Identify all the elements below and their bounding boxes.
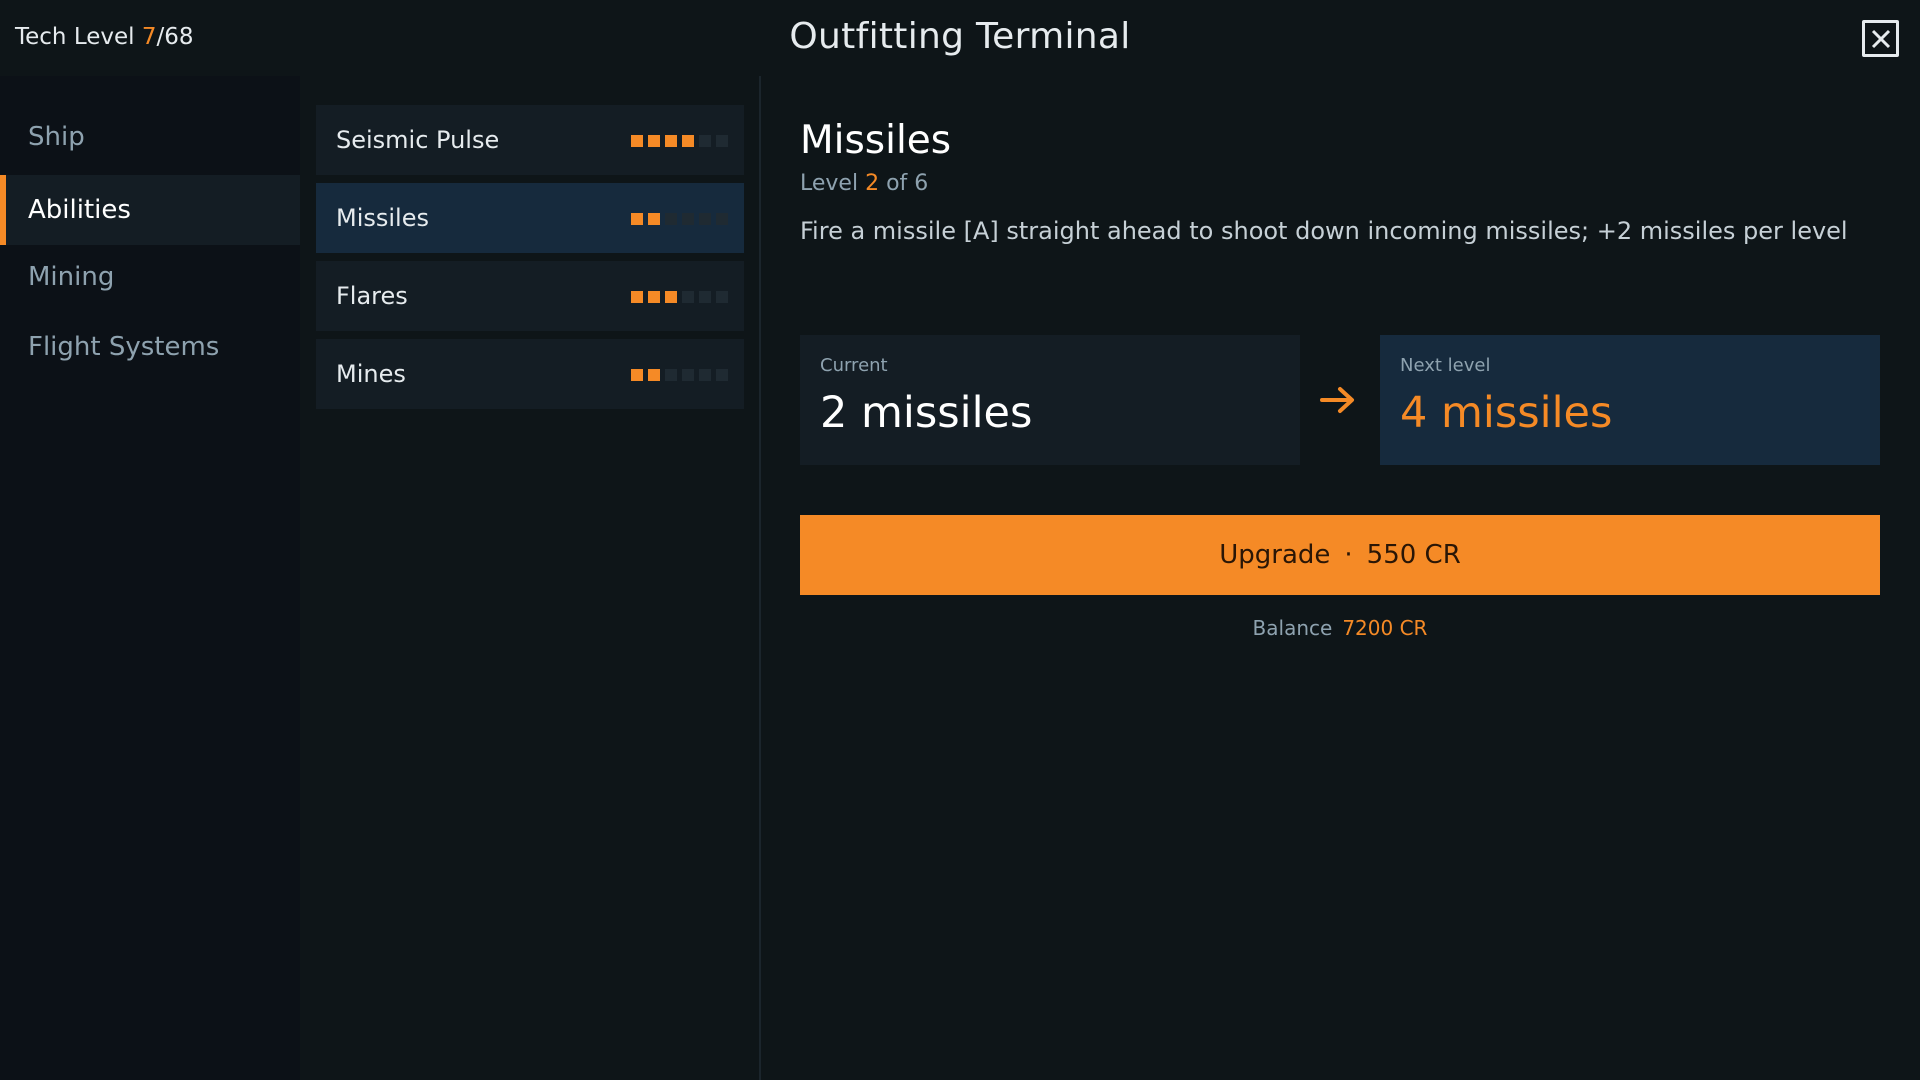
level-current: 2 <box>865 171 880 196</box>
ability-row-missiles[interactable]: Missiles <box>316 183 744 253</box>
level-pips <box>631 291 728 303</box>
sidebar-item-label: Ship <box>28 122 85 152</box>
next-level-stat-box: Next level 4 missiles <box>1380 335 1880 465</box>
detail-description: Fire a missile [A] straight ahead to sho… <box>800 217 1848 245</box>
level-pips <box>631 369 728 381</box>
level-pip-empty <box>716 369 728 381</box>
level-pip-empty <box>665 369 677 381</box>
level-pip-filled <box>631 135 643 147</box>
next-level-value: 4 missiles <box>1400 388 1613 438</box>
ability-name: Missiles <box>336 204 429 232</box>
sidebar-item-mining[interactable]: Mining <box>0 242 300 312</box>
sidebar-item-flight-systems[interactable]: Flight Systems <box>0 312 300 382</box>
level-pip-empty <box>699 135 711 147</box>
ability-name: Flares <box>336 282 408 310</box>
ability-row-flares[interactable]: Flares <box>316 261 744 331</box>
upgrade-separator: · <box>1344 540 1353 570</box>
arrow-right-icon <box>1320 387 1354 413</box>
level-pip-filled <box>665 291 677 303</box>
level-pip-empty <box>699 369 711 381</box>
level-pip-empty <box>682 213 694 225</box>
close-button[interactable] <box>1862 20 1899 57</box>
sidebar-item-ship[interactable]: Ship <box>0 102 300 172</box>
level-pip-empty <box>682 369 694 381</box>
level-pip-filled <box>648 135 660 147</box>
level-pip-filled <box>631 291 643 303</box>
level-pip-filled <box>631 213 643 225</box>
level-pips <box>631 135 728 147</box>
level-pip-empty <box>665 213 677 225</box>
level-pip-empty <box>699 291 711 303</box>
sidebar: Ship Abilities Mining Flight Systems <box>0 76 300 1080</box>
level-pip-filled <box>682 135 694 147</box>
sidebar-item-label: Abilities <box>28 195 131 225</box>
upgrade-label: Upgrade <box>1219 540 1331 570</box>
level-pip-filled <box>648 369 660 381</box>
page-title-text: Outfitting Terminal <box>789 16 1131 57</box>
current-value: 2 missiles <box>820 388 1033 438</box>
current-stat-box: Current 2 missiles <box>800 335 1300 465</box>
level-prefix: Level <box>800 171 859 196</box>
sidebar-item-label: Flight Systems <box>28 332 220 362</box>
sidebar-item-abilities[interactable]: Abilities <box>0 175 300 245</box>
level-pip-empty <box>716 213 728 225</box>
ability-row-mines[interactable]: Mines <box>316 339 744 409</box>
next-level-label: Next level <box>1400 355 1491 376</box>
balance: Balance 7200 CR <box>800 616 1880 640</box>
balance-value: 7200 CR <box>1342 616 1428 640</box>
upgrade-cost: 550 CR <box>1366 540 1461 570</box>
upgrade-button[interactable]: Upgrade · 550 CR <box>800 515 1880 595</box>
level-pip-filled <box>665 135 677 147</box>
level-pip-filled <box>631 369 643 381</box>
detail-level: Level 2 of 6 <box>800 171 928 196</box>
level-pip-empty <box>716 135 728 147</box>
balance-label: Balance <box>1252 616 1333 640</box>
close-icon <box>1871 29 1890 48</box>
sidebar-item-label: Mining <box>28 262 115 292</box>
level-pips <box>631 213 728 225</box>
top-bar: Tech Level 7/68 Outfitting Terminal <box>0 0 1920 76</box>
ability-name: Seismic Pulse <box>336 126 500 154</box>
detail-title: Missiles <box>800 118 952 163</box>
ability-name: Mines <box>336 360 406 388</box>
level-pip-empty <box>699 213 711 225</box>
page-title: Outfitting Terminal <box>0 16 1920 57</box>
level-pip-filled <box>648 291 660 303</box>
level-of: of 6 <box>886 171 929 196</box>
level-pip-filled <box>648 213 660 225</box>
column-divider <box>759 76 761 1080</box>
level-pip-empty <box>682 291 694 303</box>
current-label: Current <box>820 355 888 376</box>
ability-row-seismic-pulse[interactable]: Seismic Pulse <box>316 105 744 175</box>
level-pip-empty <box>716 291 728 303</box>
